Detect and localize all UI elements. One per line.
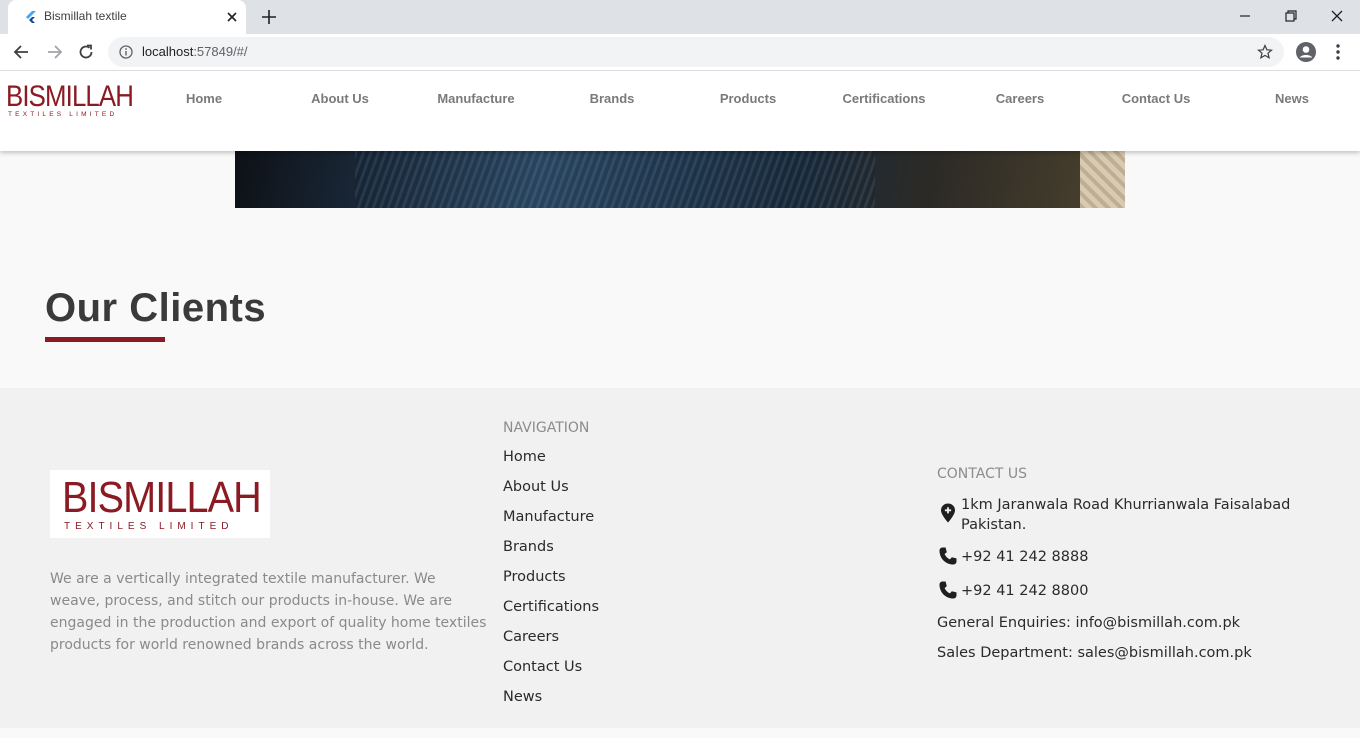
address-bar[interactable]: localhost:57849/#/: [108, 37, 1284, 67]
navigation-heading: NAVIGATION: [503, 420, 590, 436]
nav-home[interactable]: Home: [136, 91, 272, 106]
phone-icon: [939, 581, 957, 599]
contact-phone-2[interactable]: +92 41 242 8800: [961, 581, 1088, 601]
logo-tagline: TEXTILES LIMITED: [8, 111, 118, 118]
footer-link-certifications[interactable]: Certifications: [503, 599, 599, 615]
contact-heading: CONTACT US: [937, 466, 1027, 482]
nav-certifications[interactable]: Certifications: [816, 91, 952, 106]
nav-manufacture[interactable]: Manufacture: [408, 91, 544, 106]
phone-icon: [939, 547, 957, 565]
contact-phone-1[interactable]: +92 41 242 8888: [961, 547, 1088, 567]
nav-careers[interactable]: Careers: [952, 91, 1088, 106]
profile-avatar-icon[interactable]: [1295, 41, 1317, 63]
footer-link-manufacture[interactable]: Manufacture: [503, 509, 594, 525]
footer-link-home[interactable]: Home: [503, 449, 546, 465]
new-tab-icon[interactable]: [260, 8, 278, 26]
footer-link-brands[interactable]: Brands: [503, 539, 554, 555]
contact-address-line2: Pakistan.: [961, 517, 1027, 533]
logo-wordmark: BISMILLAH: [6, 80, 134, 113]
footer-logo-wordmark: BISMILLAH: [62, 473, 262, 522]
nav-news[interactable]: News: [1224, 91, 1360, 106]
nav-brands[interactable]: Brands: [544, 91, 680, 106]
tab-title: Bismillah textile: [44, 9, 127, 23]
hero-photo-denim: [235, 151, 1080, 208]
footer-link-about-us[interactable]: About Us: [503, 479, 569, 495]
forward-icon[interactable]: [44, 42, 64, 62]
title-underline: [45, 337, 165, 342]
footer-link-news[interactable]: News: [503, 689, 542, 705]
restore-icon[interactable]: [1281, 6, 1301, 26]
info-icon[interactable]: [119, 45, 133, 59]
browser-toolbar: localhost:57849/#/: [0, 34, 1360, 71]
address-url: localhost:57849/#/: [142, 44, 248, 59]
back-icon[interactable]: [12, 42, 32, 62]
reload-icon[interactable]: [76, 42, 96, 62]
browser-tabstrip: Bismillah textile: [0, 0, 1360, 34]
close-window-icon[interactable]: [1327, 6, 1347, 26]
nav-products[interactable]: Products: [680, 91, 816, 106]
site-logo[interactable]: BISMILLAH TEXTILES LIMITED: [6, 80, 134, 119]
minimize-icon[interactable]: [1235, 6, 1255, 26]
contact-address-line1: 1km Jaranwala Road Khurrianwala Faisalab…: [961, 497, 1291, 513]
hero-photo-fabric: [1080, 151, 1125, 208]
footer-link-careers[interactable]: Careers: [503, 629, 559, 645]
flutter-icon: [26, 11, 36, 23]
contact-sales-department[interactable]: Sales Department: sales@bismillah.com.pk: [937, 643, 1252, 663]
bookmark-star-icon[interactable]: [1257, 44, 1273, 60]
more-menu-icon[interactable]: [1330, 42, 1346, 62]
close-tab-icon[interactable]: [224, 9, 240, 25]
page-viewport: BISMILLAH TEXTILES LIMITED Home About Us…: [0, 71, 1360, 738]
browser-tab[interactable]: Bismillah textile: [8, 0, 246, 34]
location-pin-icon: [941, 503, 955, 523]
footer-logo[interactable]: BISMILLAH TEXTILES LIMITED: [50, 470, 270, 538]
footer-logo-tagline: TEXTILES LIMITED: [64, 521, 234, 532]
nav-about-us[interactable]: About Us: [272, 91, 408, 106]
footer-about-text: We are a vertically integrated textile m…: [50, 571, 487, 653]
contact-general-enquiries[interactable]: General Enquiries: info@bismillah.com.pk: [937, 613, 1240, 633]
footer-link-contact-us[interactable]: Contact Us: [503, 659, 582, 675]
section-title: Our Clients: [45, 286, 267, 330]
footer-link-products[interactable]: Products: [503, 569, 566, 585]
site-header: BISMILLAH TEXTILES LIMITED Home About Us…: [0, 71, 1360, 151]
nav-contact-us[interactable]: Contact Us: [1088, 91, 1224, 106]
site-footer: BISMILLAH TEXTILES LIMITED We are a vert…: [0, 388, 1360, 728]
hero-image: [235, 151, 1125, 208]
